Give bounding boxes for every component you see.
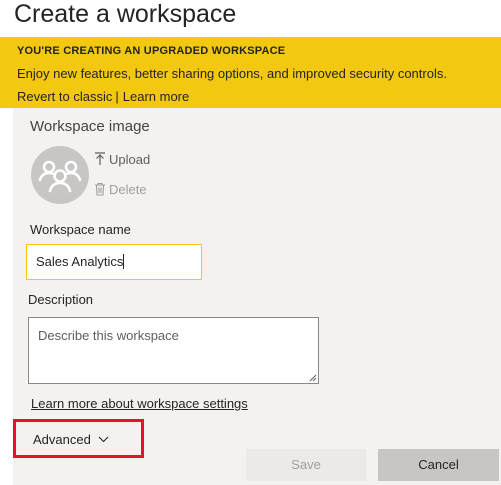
- delete-image-button[interactable]: Delete: [94, 182, 154, 197]
- delete-label: Delete: [109, 182, 147, 197]
- upload-image-button[interactable]: Upload: [94, 152, 154, 167]
- advanced-label: Advanced: [33, 432, 91, 447]
- workspace-form-panel: Workspace image Upload Delete Workspace …: [13, 108, 501, 485]
- description-label: Description: [28, 292, 94, 307]
- upload-label: Upload: [109, 152, 151, 167]
- trash-icon: [95, 182, 105, 196]
- resize-grip-icon[interactable]: [308, 373, 317, 382]
- banner-body: Enjoy new features, better sharing optio…: [17, 66, 447, 81]
- upgrade-banner: YOU'RE CREATING AN UPGRADED WORKSPACE En…: [0, 37, 501, 108]
- description-textarea[interactable]: Describe this workspace: [28, 317, 319, 384]
- learn-more-link[interactable]: Learn more: [123, 89, 189, 104]
- banner-heading: YOU'RE CREATING AN UPGRADED WORKSPACE: [17, 45, 286, 57]
- save-button[interactable]: Save: [246, 449, 366, 481]
- chevron-down-icon: [98, 436, 109, 443]
- cancel-button[interactable]: Cancel: [378, 449, 499, 481]
- description-placeholder: Describe this workspace: [38, 328, 179, 343]
- advanced-highlight-box: Advanced: [13, 419, 144, 458]
- banner-links: Revert to classic | Learn more: [17, 89, 189, 104]
- workspace-name-value: Sales Analytics: [36, 254, 124, 269]
- advanced-toggle[interactable]: Advanced: [33, 432, 109, 447]
- group-people-icon: [38, 160, 82, 193]
- workspace-name-input[interactable]: Sales Analytics: [26, 244, 202, 280]
- workspace-image-label: Workspace image: [30, 118, 150, 135]
- dialog-title: Create a workspace: [14, 0, 237, 28]
- workspace-name-label: Workspace name: [30, 222, 131, 237]
- revert-to-classic-link[interactable]: Revert to classic: [17, 89, 112, 104]
- workspace-avatar: [31, 146, 89, 204]
- text-caret: [123, 254, 125, 269]
- upload-icon: [95, 152, 105, 165]
- learn-workspace-settings-link[interactable]: Learn more about workspace settings: [31, 396, 248, 411]
- banner-separator: |: [115, 89, 119, 104]
